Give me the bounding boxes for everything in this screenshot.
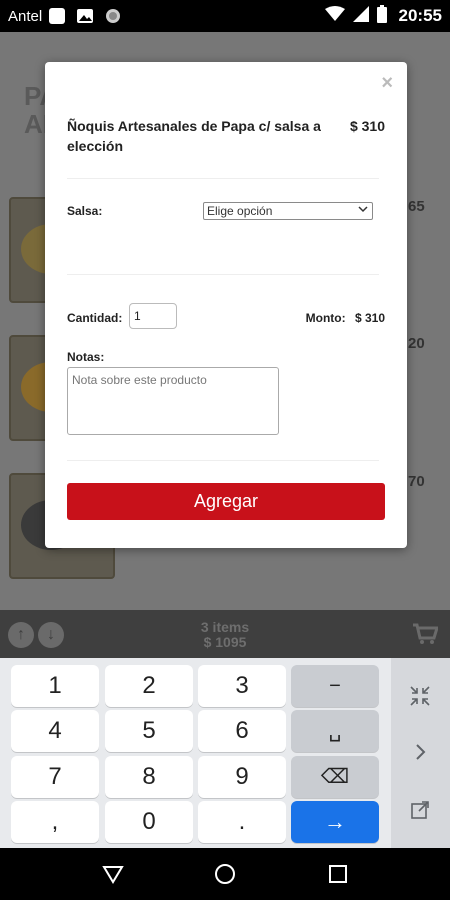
- salsa-label: Salsa:: [67, 204, 103, 218]
- key-2[interactable]: 2: [105, 665, 193, 707]
- collapse-icon[interactable]: [406, 684, 434, 712]
- key-minus[interactable]: −: [291, 665, 379, 707]
- battery-icon: [376, 4, 387, 28]
- divider: [67, 274, 379, 275]
- key-8[interactable]: 8: [105, 756, 193, 798]
- cart-item-count: 3 items: [200, 619, 250, 635]
- key-6[interactable]: 6: [198, 710, 286, 752]
- clock: 20:55: [398, 6, 442, 25]
- navigation-bar: [0, 848, 450, 900]
- home-icon[interactable]: [213, 862, 237, 886]
- app-notification-icon: [48, 7, 66, 25]
- cart-icon[interactable]: [412, 622, 440, 646]
- monto-display: Monto: $ 310: [306, 311, 385, 325]
- monto-label: Monto:: [305, 311, 346, 325]
- carrier-label: Antel: [8, 7, 43, 25]
- cart-total: $ 1095: [203, 634, 247, 650]
- quantity-input[interactable]: 1: [129, 303, 177, 329]
- recents-icon[interactable]: [326, 862, 350, 886]
- product-price: $ 310: [349, 118, 385, 134]
- product-price: 65: [408, 198, 425, 215]
- back-icon[interactable]: [101, 862, 125, 886]
- key-7[interactable]: 7: [11, 756, 99, 798]
- key-4[interactable]: 4: [11, 710, 99, 752]
- notes-textarea[interactable]: Nota sobre este producto: [67, 367, 279, 435]
- sync-notification-icon: [104, 7, 122, 25]
- key-backspace[interactable]: ⌫: [291, 756, 379, 798]
- divider: [67, 178, 379, 179]
- key-1[interactable]: 1: [11, 665, 99, 707]
- image-notification-icon: [76, 7, 94, 25]
- cart-bar: ↑ ↓ 3 items $ 1095: [0, 610, 450, 658]
- key-3[interactable]: 3: [198, 665, 286, 707]
- chevron-down-icon: [358, 204, 368, 220]
- notes-label: Notas:: [67, 350, 105, 364]
- product-price: 70: [408, 473, 425, 490]
- key-5[interactable]: 5: [105, 710, 193, 752]
- salsa-select[interactable]: Elige opción: [203, 202, 373, 220]
- key-9[interactable]: 9: [198, 756, 286, 798]
- add-to-cart-button[interactable]: Agregar: [67, 483, 385, 520]
- key-comma[interactable]: ,: [11, 801, 99, 843]
- quantity-label: Cantidad:: [67, 311, 123, 325]
- cart-summary[interactable]: 3 items $ 1095: [0, 620, 450, 650]
- salsa-selected-value: Elige opción: [207, 204, 273, 218]
- chevron-right-icon[interactable]: [406, 740, 434, 768]
- signal-icon: [352, 5, 369, 27]
- open-external-icon[interactable]: [406, 798, 434, 826]
- key-space[interactable]: ␣: [291, 710, 379, 752]
- product-price: 20: [408, 335, 425, 352]
- key-period[interactable]: .: [198, 801, 286, 843]
- status-bar: Antel 20:55: [0, 0, 450, 32]
- product-name: Ñoquis Artesanales de Papa c/ salsa a el…: [67, 118, 321, 154]
- monto-value: $ 310: [354, 311, 385, 325]
- close-icon[interactable]: ×: [381, 72, 393, 95]
- product-modal: × Ñoquis Artesanales de Papa c/ salsa a …: [45, 62, 407, 548]
- divider: [67, 460, 379, 461]
- key-0[interactable]: 0: [105, 801, 193, 843]
- wifi-icon: [324, 5, 345, 27]
- key-next[interactable]: →: [291, 801, 379, 843]
